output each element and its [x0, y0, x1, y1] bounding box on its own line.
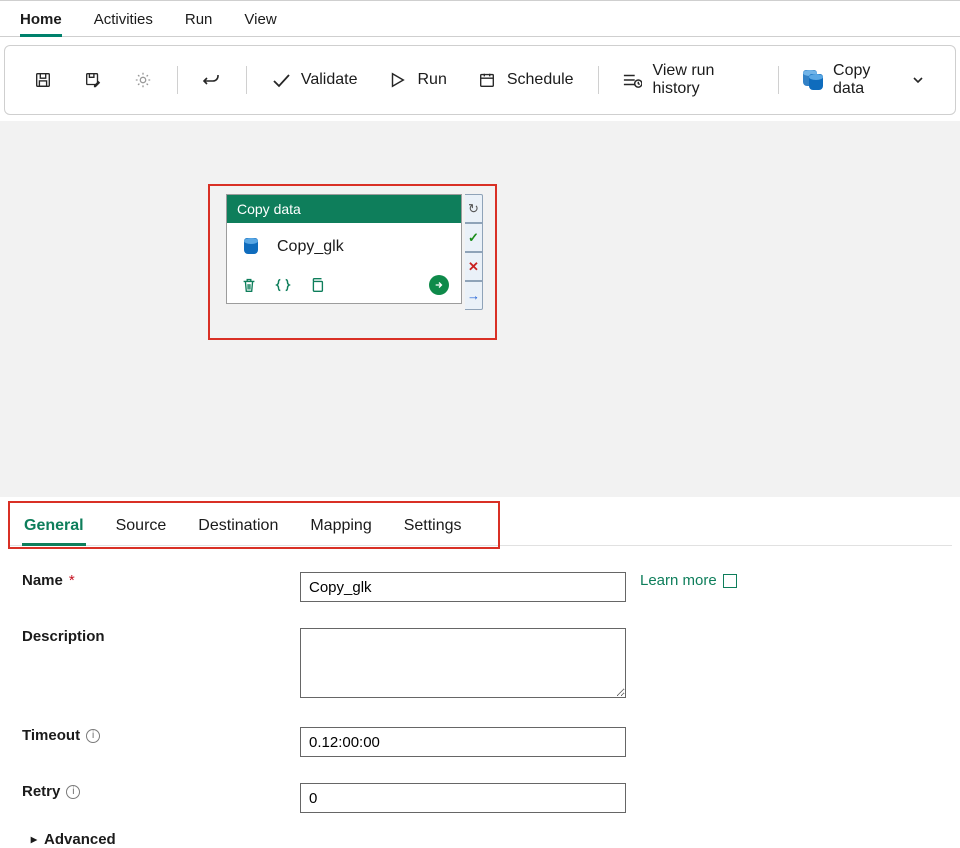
database-icon: [241, 235, 263, 259]
copy-data-label: Copy data: [833, 62, 899, 98]
info-icon[interactable]: i: [86, 729, 100, 743]
toolbar-separator: [177, 66, 178, 94]
undo-button[interactable]: [192, 64, 232, 96]
delete-icon[interactable]: [239, 275, 259, 295]
activity-header: Copy data: [227, 195, 461, 223]
history-label: View run history: [652, 62, 754, 98]
activity-connection-handles: ↻ ✓ ✕ →: [465, 194, 483, 310]
validate-label: Validate: [301, 71, 358, 89]
prop-tab-destination[interactable]: Destination: [196, 507, 280, 545]
tab-activities[interactable]: Activities: [94, 1, 153, 36]
calendar-icon: [477, 70, 497, 90]
tab-run[interactable]: Run: [185, 1, 213, 36]
info-icon[interactable]: i: [66, 785, 80, 799]
learn-more-link[interactable]: Learn more: [640, 572, 737, 589]
run-label: Run: [417, 71, 446, 89]
properties-panel: General Source Destination Mapping Setti…: [0, 497, 960, 848]
handle-completion-icon[interactable]: →: [465, 281, 483, 310]
schedule-button[interactable]: Schedule: [467, 64, 584, 96]
handle-success-icon[interactable]: ✓: [465, 223, 483, 252]
copy-data-icon: [803, 70, 823, 90]
validate-button[interactable]: Validate: [261, 64, 368, 96]
prop-tab-mapping[interactable]: Mapping: [308, 507, 373, 545]
schedule-label: Schedule: [507, 71, 574, 89]
external-link-icon: [723, 574, 737, 588]
description-input[interactable]: [300, 628, 626, 698]
run-activity-icon[interactable]: [429, 275, 449, 295]
retry-input[interactable]: [300, 783, 626, 813]
toolbar-separator: [598, 66, 599, 94]
play-icon: [387, 70, 407, 90]
name-input[interactable]: [300, 572, 626, 602]
gear-icon: [133, 70, 153, 90]
activity-copy-data[interactable]: Copy data Copy_glk: [226, 194, 462, 304]
save-as-button[interactable]: [73, 64, 113, 96]
clone-icon[interactable]: [307, 275, 327, 295]
view-run-history-button[interactable]: View run history: [612, 56, 764, 104]
save-icon: [33, 70, 53, 90]
run-history-icon: [622, 70, 642, 90]
save-button[interactable]: [23, 64, 63, 96]
tab-view[interactable]: View: [244, 1, 276, 36]
chevron-right-icon: ▾: [26, 836, 40, 842]
activity-name-text: Copy_glk: [277, 238, 344, 256]
timeout-input[interactable]: [300, 727, 626, 757]
tab-home[interactable]: Home: [20, 1, 62, 36]
design-canvas[interactable]: Copy data Copy_glk: [0, 121, 960, 497]
handle-failure-icon[interactable]: ✕: [465, 252, 483, 281]
toolbar-separator: [778, 66, 779, 94]
code-braces-icon[interactable]: [273, 275, 293, 295]
timeout-label: Timeout i: [22, 727, 300, 744]
retry-label: Retry i: [22, 783, 300, 800]
save-edit-icon: [83, 70, 103, 90]
undo-icon: [202, 70, 222, 90]
toolbar-separator: [246, 66, 247, 94]
main-tab-bar: Home Activities Run View: [0, 0, 960, 37]
name-label: Name*: [22, 572, 300, 589]
prop-tab-source[interactable]: Source: [114, 507, 169, 545]
handle-skip-icon[interactable]: ↻: [465, 194, 483, 223]
copy-data-button[interactable]: Copy data: [793, 56, 937, 104]
chevron-down-icon: [909, 70, 927, 90]
description-label: Description: [22, 628, 300, 645]
prop-tab-general[interactable]: General: [22, 507, 86, 545]
run-button[interactable]: Run: [377, 64, 456, 96]
toolbar: Validate Run Schedule View run history C…: [4, 45, 956, 115]
prop-tab-settings[interactable]: Settings: [402, 507, 464, 545]
checkmark-icon: [271, 70, 291, 90]
settings-button[interactable]: [123, 64, 163, 96]
